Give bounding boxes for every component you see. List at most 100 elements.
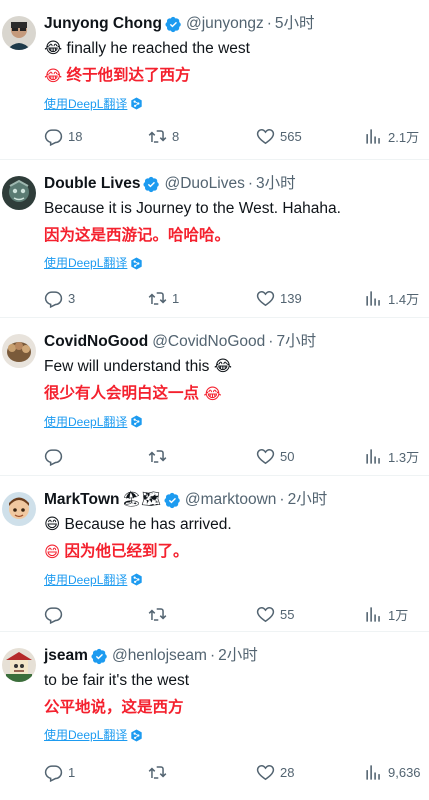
like-button[interactable]: 565 (256, 126, 302, 146)
tweet-text: to be fair it's the west (44, 672, 190, 689)
retweet-count: 1 (172, 290, 180, 306)
heart-icon (256, 128, 275, 144)
separator: · (266, 15, 272, 32)
retweet-icon (148, 607, 167, 621)
author-handle[interactable]: @DuoLives (164, 174, 244, 194)
translate-link[interactable]: 使用DeepL翻译 (44, 414, 423, 430)
verified-badge-icon (91, 648, 107, 664)
translate-link-label[interactable]: 使用DeepL翻译 (44, 96, 127, 112)
reply-count: 3 (68, 290, 76, 306)
like-button[interactable]: 28 (256, 762, 294, 782)
avatar[interactable] (2, 176, 36, 210)
tweet[interactable]: jseam @henlojseam · 2小时 to be fair it's … (0, 632, 429, 800)
translation-content: 因为他已经到了。 (64, 543, 189, 561)
translate-link[interactable]: 使用DeepL翻译 (44, 96, 423, 112)
views-chart-icon (366, 764, 380, 780)
translation-content: 很少有人会明白这一点 (44, 385, 200, 403)
author-name[interactable]: Junyong Chong (44, 14, 162, 34)
retweet-count: 8 (172, 128, 180, 144)
reply-button[interactable] (44, 446, 68, 466)
translate-link[interactable]: 使用DeepL翻译 (44, 572, 423, 588)
retweet-button[interactable]: 8 (148, 126, 179, 146)
reply-button[interactable]: 1 (44, 762, 75, 782)
reply-icon (44, 128, 63, 146)
reply-feed: Junyong Chong @junyongz · 5小时 😂 finally … (0, 0, 429, 800)
tweet-text: Because it is Journey to the West. Hahah… (44, 200, 341, 217)
deepl-icon (131, 97, 143, 110)
beach-map-emoji-icon: 🏖🗺 (121, 491, 161, 508)
author-handle[interactable]: @junyongz (186, 14, 264, 34)
views-button[interactable]: 1.3万 (364, 446, 419, 466)
translate-link-label[interactable]: 使用DeepL翻译 (44, 727, 127, 743)
translate-link-label[interactable]: 使用DeepL翻译 (44, 572, 127, 588)
views-button[interactable]: 1.4万 (364, 288, 419, 308)
deepl-icon (131, 256, 143, 270)
grin-emoji-icon: 😄 (44, 516, 61, 534)
author-handle[interactable]: @henlojseam (112, 646, 207, 666)
translation-text: 公平地说，这是西方 (44, 699, 184, 716)
joy-emoji-icon: 😂 (213, 358, 232, 376)
translate-link[interactable]: 使用DeepL翻译 (44, 255, 423, 271)
timestamp[interactable]: 2小时 (288, 490, 328, 510)
avatar[interactable] (2, 492, 36, 526)
tweet[interactable]: Double Lives @DuoLives · 3小时 Because it … (0, 160, 429, 318)
reply-button[interactable]: 18 (44, 126, 82, 146)
reply-icon (44, 606, 63, 624)
retweet-icon (148, 291, 167, 305)
views-chart-icon (366, 290, 380, 306)
deepl-icon (131, 728, 143, 742)
retweet-button[interactable] (148, 762, 172, 782)
like-button[interactable]: 139 (256, 288, 302, 308)
timestamp[interactable]: 3小时 (256, 174, 296, 194)
author-handle[interactable]: @CovidNoGood (152, 332, 265, 352)
reply-icon (44, 448, 63, 466)
views-button[interactable]: 1万 (364, 604, 408, 624)
author-name[interactable]: Double Lives (44, 174, 140, 194)
verified-badge-icon (164, 492, 180, 508)
translation-text: 很少有人会明白这一点 😂 (44, 383, 423, 404)
grin-emoji-icon: 😄 (44, 543, 61, 561)
author-name[interactable]: CovidNoGood (44, 332, 148, 352)
timestamp[interactable]: 5小时 (275, 14, 315, 34)
avatar[interactable] (2, 648, 36, 682)
views-chart-icon (366, 128, 380, 144)
reply-count: 1 (68, 764, 76, 780)
separator: · (209, 647, 216, 664)
views-button[interactable]: 2.1万 (364, 126, 419, 146)
translate-link[interactable]: 使用DeepL翻译 (44, 727, 423, 743)
tweet[interactable]: MarkTown 🏖🗺 @marktoown · 2小时 😄 Because h… (0, 476, 429, 632)
like-count: 50 (280, 448, 295, 464)
like-count: 28 (280, 764, 295, 780)
heart-icon (256, 764, 275, 780)
retweet-button[interactable] (148, 446, 172, 466)
retweet-button[interactable] (148, 604, 172, 624)
author-handle[interactable]: @marktoown (185, 490, 277, 510)
author-name[interactable]: jseam (44, 646, 88, 666)
retweet-button[interactable]: 1 (148, 288, 179, 308)
retweet-icon (148, 765, 167, 779)
views-button[interactable]: 9,636 (364, 762, 421, 782)
tweet[interactable]: Junyong Chong @junyongz · 5小时 😂 finally … (0, 0, 429, 160)
retweet-icon (148, 449, 167, 463)
joy-emoji-icon: 😂 (203, 385, 222, 403)
translation-text: 😂 终于他到达了西方 (44, 65, 423, 86)
verified-badge-icon (165, 16, 181, 32)
like-button[interactable]: 50 (256, 446, 294, 466)
timestamp[interactable]: 2小时 (218, 646, 258, 666)
translate-link-label[interactable]: 使用DeepL翻译 (44, 414, 127, 430)
like-button[interactable]: 55 (256, 604, 294, 624)
view-count: 1.3万 (388, 449, 420, 465)
heart-icon (256, 290, 275, 306)
avatar[interactable] (2, 334, 36, 368)
translate-link-label[interactable]: 使用DeepL翻译 (44, 255, 127, 271)
tweet-text-content: finally he reached the west (66, 40, 250, 57)
reply-button[interactable] (44, 604, 68, 624)
reply-button[interactable]: 3 (44, 288, 75, 308)
avatar[interactable] (2, 16, 36, 50)
reply-icon (44, 290, 63, 308)
author-name[interactable]: MarkTown (44, 490, 120, 510)
tweet[interactable]: CovidNoGood @CovidNoGood · 7小时 Few will … (0, 318, 429, 476)
deepl-icon (131, 415, 143, 428)
timestamp[interactable]: 7小时 (276, 332, 316, 352)
like-count: 55 (280, 606, 295, 622)
